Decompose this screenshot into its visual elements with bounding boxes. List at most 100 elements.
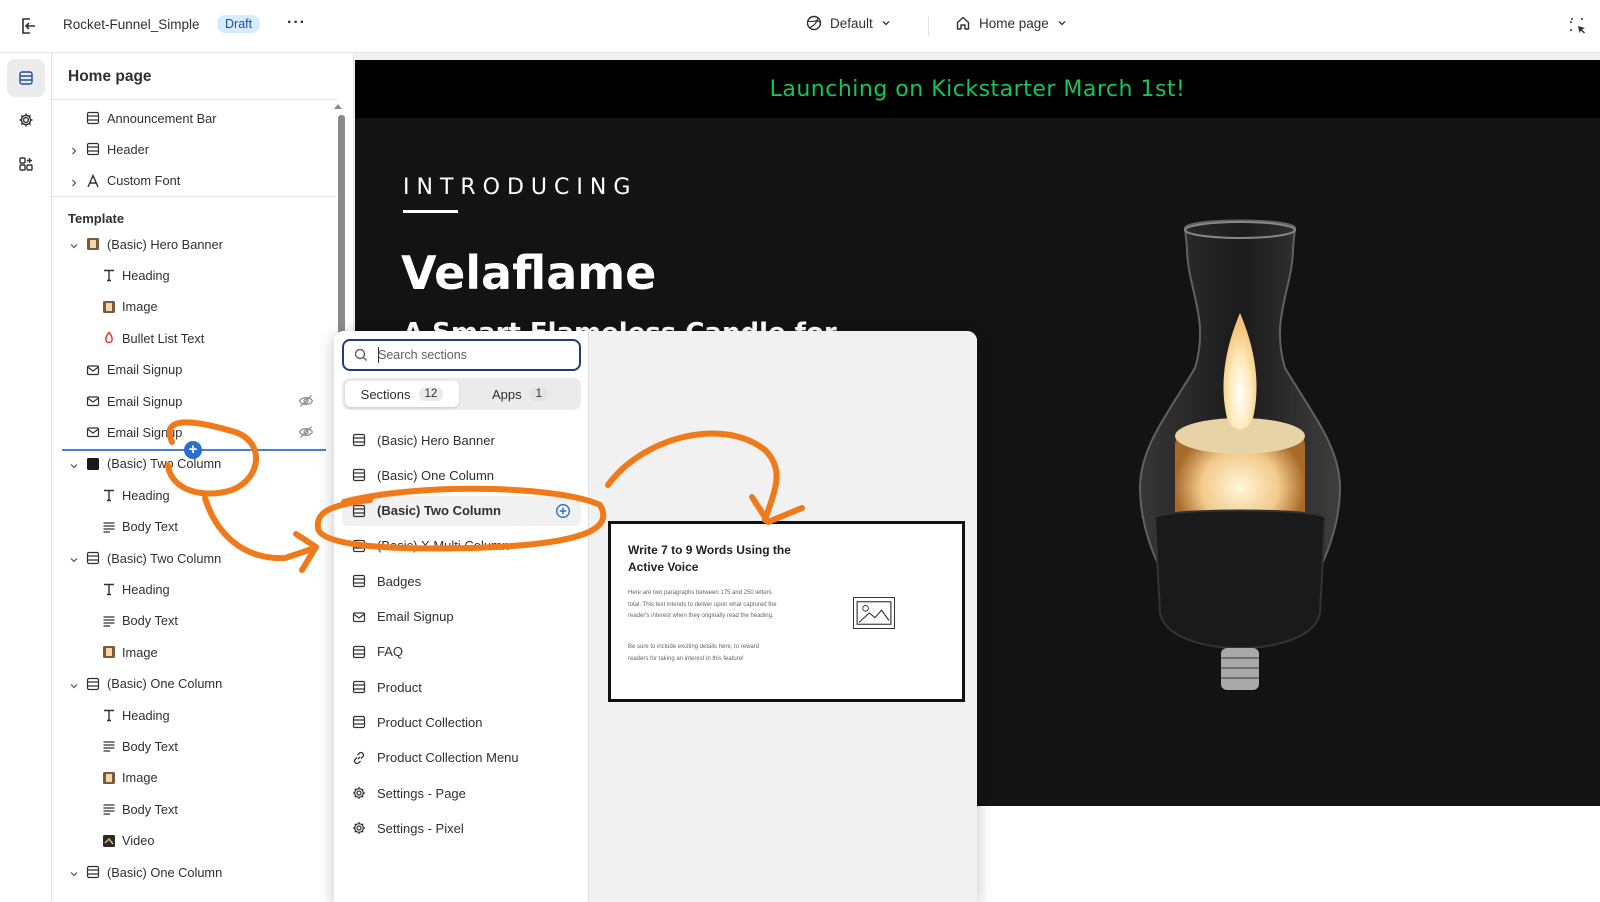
block-item[interactable]: Heading [52, 261, 332, 289]
block-item[interactable]: Image [52, 764, 332, 792]
section-option[interactable]: Badges [342, 566, 581, 596]
theme-selector[interactable]: Default [806, 15, 891, 31]
rail-sections-button[interactable] [7, 59, 45, 97]
chevron-down-icon [882, 21, 890, 26]
section-item[interactable]: Email Signup [52, 356, 332, 384]
section-option[interactable]: FAQ [342, 637, 581, 667]
section-option[interactable]: Settings - Page [342, 778, 581, 808]
section-item[interactable]: Announcement Bar [52, 104, 332, 132]
email-icon [85, 393, 101, 409]
preview-blank-area [977, 806, 1600, 902]
section-item[interactable]: Email Signup [52, 387, 332, 415]
paragraph-icon [101, 519, 117, 535]
section-option[interactable]: Settings - Pixel [342, 813, 581, 843]
section-icon [85, 141, 101, 157]
preview-card-paragraph: Here are two paragraphs between 175 and … [628, 590, 777, 619]
inspector-icon[interactable] [1568, 16, 1588, 36]
section-item[interactable]: Custom Font [52, 167, 332, 195]
text-icon [101, 707, 117, 723]
section-option[interactable]: (Basic) Hero Banner [342, 425, 581, 455]
section-option[interactable]: Product [342, 672, 581, 702]
page-selector[interactable]: Home page [955, 15, 1067, 31]
search-sections-field[interactable] [342, 339, 581, 371]
sections-icon [19, 71, 33, 85]
chevron-down-icon[interactable] [69, 553, 79, 563]
link-icon [352, 751, 366, 765]
block-item[interactable]: Image [52, 638, 332, 666]
block-item[interactable]: Video [52, 827, 332, 855]
block-item[interactable]: Body Text [52, 732, 332, 760]
item-label: Bullet List Text [122, 330, 205, 346]
section-option-label: Settings - Page [377, 785, 466, 801]
item-label: Custom Font [107, 173, 181, 189]
text-caret [378, 347, 379, 363]
sections-sidebar: Home page Announcement Bar Header Custom F… [52, 53, 354, 902]
rail-settings-button[interactable] [7, 101, 45, 139]
hidden-eye-icon[interactable] [298, 393, 314, 409]
section-icon [352, 574, 366, 588]
chevron-down-icon[interactable] [69, 867, 79, 877]
hidden-eye-icon[interactable] [298, 424, 314, 440]
item-label: Heading [122, 581, 170, 597]
item-label: Heading [122, 707, 170, 723]
item-label: (Basic) Two Column [107, 456, 222, 472]
image-thumb-icon [85, 236, 101, 252]
divider [52, 196, 337, 197]
item-label: Heading [122, 487, 170, 503]
block-item[interactable]: Heading [52, 701, 332, 729]
chevron-down-icon[interactable] [69, 459, 79, 469]
block-item[interactable]: Heading [52, 575, 332, 603]
section-option-label: Email Signup [377, 609, 454, 624]
section-option[interactable]: (Basic) X Multi Column [342, 531, 581, 561]
tab-sections[interactable]: Sections 12 [345, 381, 459, 407]
section-item[interactable]: (Basic) Hero Banner [52, 230, 332, 258]
chevron-right-icon[interactable] [69, 144, 79, 155]
tab-apps-label: Apps [491, 386, 522, 402]
apps-icon [19, 157, 33, 171]
section-option[interactable]: Product Collection [342, 707, 581, 737]
exit-icon[interactable] [18, 15, 40, 37]
block-item[interactable]: Image [52, 293, 332, 321]
block-item[interactable]: Heading [52, 481, 332, 509]
hero-title: Velaflame [401, 246, 657, 300]
announcement-text: Launching on Kickstarter March 1st! [769, 76, 1186, 102]
rail-apps-button[interactable] [7, 145, 45, 183]
block-item[interactable]: Body Text [52, 795, 332, 823]
chevron-down-icon[interactable] [69, 679, 79, 689]
section-item[interactable]: (Basic) One Column [52, 858, 332, 886]
picker-tabs: Sections 12 Apps 1 [342, 378, 581, 410]
block-item[interactable]: Body Text [52, 513, 332, 541]
chevron-down-icon [1058, 21, 1066, 26]
section-option[interactable]: (Basic) One Column [342, 460, 581, 490]
sidebar-title: Home page [68, 68, 152, 85]
section-item[interactable]: (Basic) One Column [52, 670, 332, 698]
add-circle-icon[interactable] [555, 503, 571, 519]
section-option[interactable]: Email Signup [342, 602, 581, 632]
section-icon [85, 110, 101, 126]
section-option-label: (Basic) Hero Banner [377, 432, 495, 448]
search-sections-input[interactable] [378, 346, 568, 364]
section-option-label: Product Collection [377, 714, 483, 730]
add-section-plus-icon[interactable]: + [184, 441, 202, 459]
divider [928, 16, 929, 36]
section-item[interactable]: Header [52, 135, 332, 163]
chevron-right-icon[interactable] [69, 176, 79, 187]
block-item[interactable]: Bullet List Text [52, 324, 332, 352]
block-item[interactable]: Body Text [52, 607, 332, 635]
eyebrow-underline [403, 210, 458, 213]
image-placeholder-icon [853, 597, 895, 629]
paragraph-icon [101, 613, 117, 629]
paragraph-icon [101, 801, 117, 817]
item-label: (Basic) Two Column [107, 550, 222, 566]
more-actions-button[interactable]: ··· [287, 14, 306, 32]
scroll-up-arrow[interactable] [334, 104, 342, 109]
section-item[interactable]: (Basic) Two Column [52, 544, 332, 572]
tab-apps[interactable]: Apps 1 [462, 381, 578, 407]
email-icon [85, 362, 101, 378]
chevron-down-icon[interactable] [69, 239, 79, 249]
item-label: Image [122, 644, 158, 660]
section-option[interactable]: Product Collection Menu [342, 743, 581, 773]
status-badge: Draft [217, 15, 261, 33]
section-option[interactable]: (Basic) Two Column [342, 495, 581, 526]
page-selector-label: Home page [979, 15, 1049, 31]
